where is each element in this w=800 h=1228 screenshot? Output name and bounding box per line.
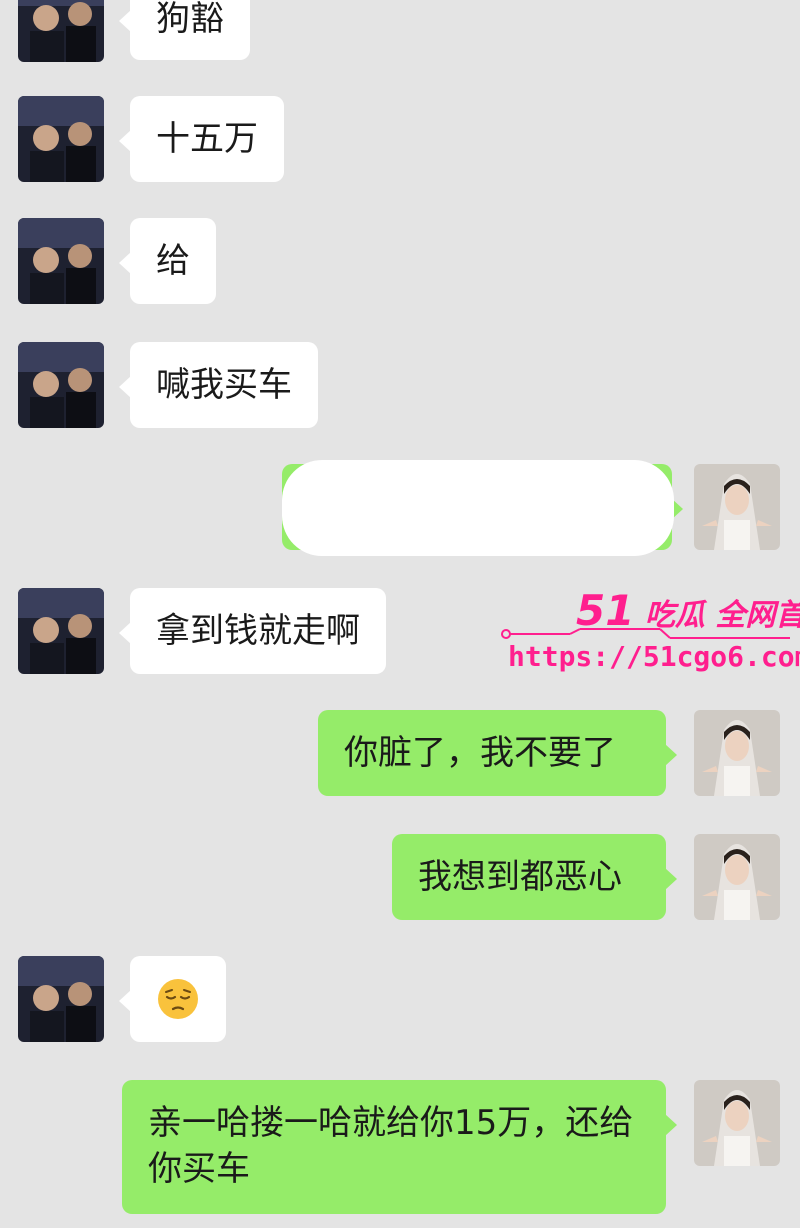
self-avatar[interactable] [694,464,780,550]
incoming-message[interactable]: 十五万 [119,96,284,182]
incoming-message[interactable]: 拿到钱就走啊 [119,588,386,674]
pensive-face-icon [158,979,198,1019]
incoming-message[interactable]: 给 [119,218,216,304]
message-text: 狗豁 [156,0,224,39]
message-text: 给 [156,241,190,281]
contact-avatar[interactable] [18,0,104,62]
self-avatar[interactable] [694,1080,780,1166]
contact-avatar[interactable] [18,342,104,428]
incoming-message[interactable] [119,956,226,1042]
message-text: 亲一哈搂一哈就给你15万，还给你买车 [148,1103,634,1189]
message-text: 你脏了，我不要了 [344,733,616,773]
outgoing-message[interactable]: 我想到都恶心 [392,834,677,920]
site-watermark: 51 吃瓜 全网首发 https://51cgo6.com [498,578,800,688]
contact-avatar[interactable] [18,96,104,182]
contact-avatar[interactable] [18,956,104,1042]
outgoing-message[interactable]: 亲一哈搂一哈就给你15万，还给你买车 [122,1080,677,1214]
incoming-message[interactable]: 狗豁 [119,0,250,60]
self-avatar[interactable] [694,710,780,796]
contact-avatar[interactable] [18,588,104,674]
watermark-url: https://51cgo6.com [508,640,800,673]
incoming-message[interactable]: 喊我买车 [119,342,318,428]
contact-avatar[interactable] [18,218,104,304]
message-text: 拿到钱就走啊 [156,611,360,651]
circuit-line-icon [501,628,790,639]
self-avatar[interactable] [694,834,780,920]
message-text: 喊我买车 [156,365,292,405]
message-text: 十五万 [156,119,258,159]
outgoing-message[interactable]: 你脏了，我不要了 [318,710,677,796]
message-text: 我想到都恶心 [418,857,622,897]
redaction-mark [282,460,674,556]
